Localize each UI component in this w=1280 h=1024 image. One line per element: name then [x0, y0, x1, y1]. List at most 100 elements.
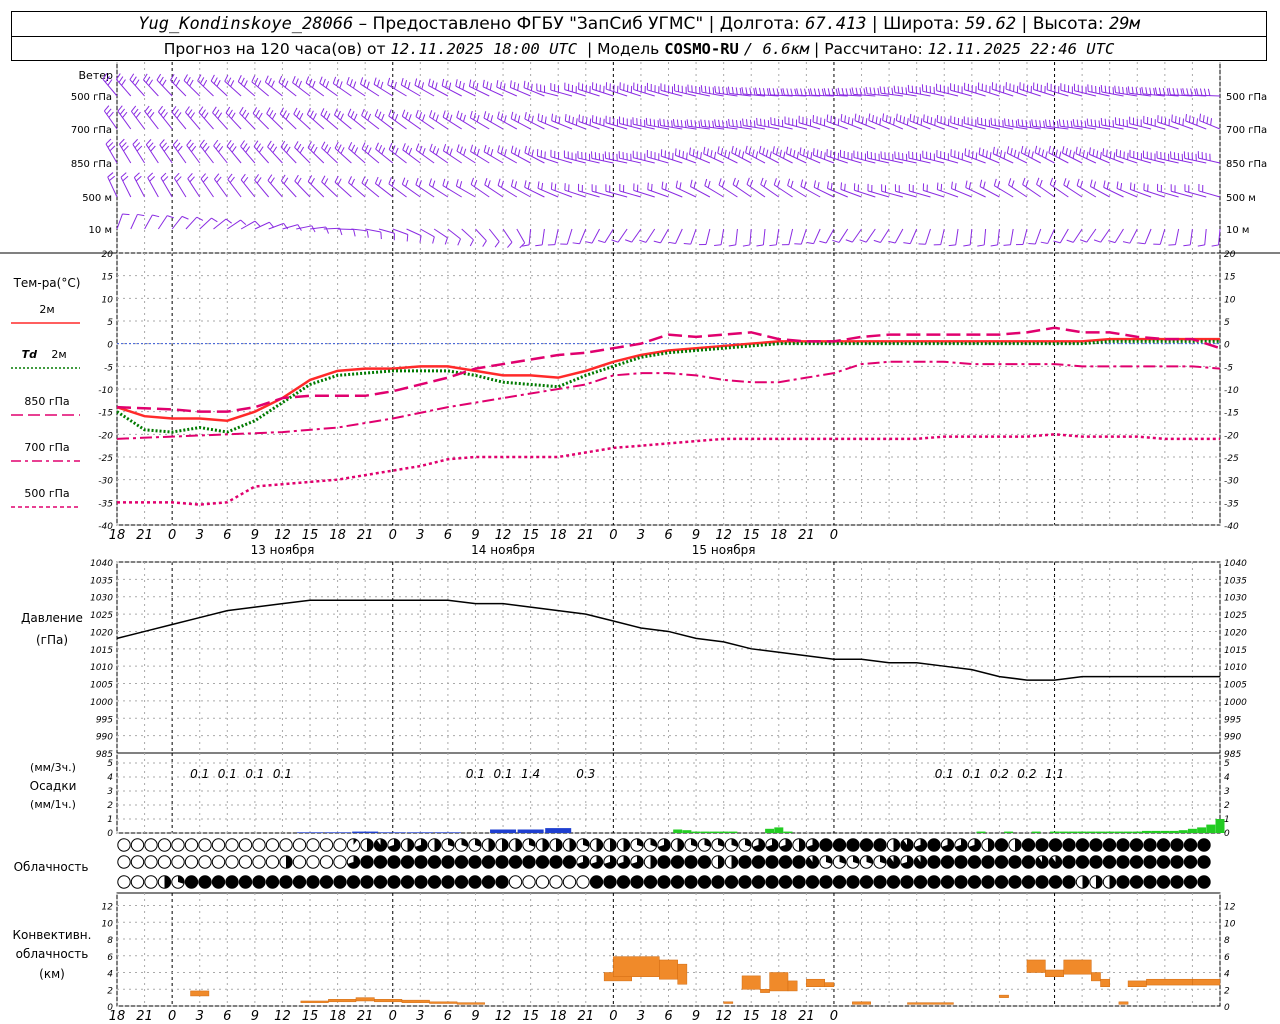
wind-barb: [447, 228, 461, 246]
wind-barb-feather: [834, 117, 836, 125]
wind-barb-staff: [925, 228, 931, 245]
wind-barb-feather: [1109, 151, 1112, 159]
wind-barb-feather: [1011, 119, 1014, 127]
wind-barb-feather: [442, 178, 446, 186]
wind-barb-staff: [323, 227, 340, 230]
wind-barb-feather: [665, 183, 667, 191]
legend-label-t700: 700 гПа: [24, 441, 69, 454]
wind-barb-staff: [374, 115, 394, 130]
cloud-symbol-fill: [833, 875, 846, 889]
cloud-symbol-fill: [414, 855, 428, 869]
wind-barb-feather: [776, 88, 780, 96]
wind-barb-staff: [1022, 184, 1042, 198]
cloud-symbol: [778, 855, 793, 869]
wind-barb: [598, 228, 614, 244]
wind-barb-feather: [1086, 151, 1089, 159]
precip-bar-1h: [691, 831, 701, 833]
wind-barb-feather: [1084, 120, 1087, 128]
wind-barb-feather: [1102, 148, 1105, 156]
cloud-symbol: [225, 838, 239, 852]
cloud-symbol: [886, 838, 901, 852]
wind-level-label: 10 м: [89, 225, 112, 236]
cloud-symbol: [886, 875, 901, 889]
wind-barb-feather: [1069, 149, 1072, 157]
pressure-tick-label-right: 1030: [1224, 594, 1247, 604]
cloud-symbol-fill: [347, 875, 360, 889]
wind-barb-feather: [1010, 147, 1013, 156]
cloud-symbol: [765, 838, 779, 852]
wind-barb-feather: [769, 151, 772, 159]
wind-barb-feather: [585, 117, 588, 125]
wind-barb-staff: [880, 228, 890, 243]
cloud-symbol: [616, 855, 631, 869]
wind-barb-feather: [200, 173, 206, 180]
wind-barb-feather: [903, 116, 906, 124]
wind-barb-feather: [531, 115, 534, 123]
wind-barb: [1040, 228, 1056, 244]
wind-barb-feather: [735, 87, 738, 95]
cloud-symbol: [589, 855, 604, 869]
wind-barb-staff: [294, 180, 311, 198]
wind-barb-feather: [326, 146, 332, 154]
wind-barb: [117, 105, 132, 130]
wind-barb-feather: [727, 86, 730, 94]
wind-barb-feather: [490, 148, 494, 156]
cloud-symbol-fill: [1103, 855, 1116, 869]
cloud-symbol-fill: [711, 875, 725, 889]
wind-barb: [373, 77, 394, 97]
wind-barb-feather: [765, 149, 769, 157]
cloud-symbol: [994, 855, 1009, 869]
cloud-symbol-fill: [556, 838, 563, 852]
cloud-symbol-fill: [502, 838, 509, 852]
pressure-tick-label: 1005: [90, 681, 113, 691]
wind-barb-staff: [541, 228, 545, 245]
cloud-symbol: [238, 875, 253, 889]
wind-barb-feather: [1065, 147, 1068, 155]
wind-barb: [475, 228, 487, 247]
cloud-symbol-outline: [171, 838, 185, 852]
wind-barb-feather: [551, 113, 554, 121]
wind-barb-feather: [212, 106, 217, 113]
hour-tick-label: 0: [830, 1009, 838, 1024]
wind-barb-staff: [130, 111, 145, 130]
wind-barb-feather: [1108, 86, 1111, 94]
pressure-tick-label-right: 1020: [1224, 628, 1247, 638]
wind-barb-feather: [486, 81, 489, 89]
wind-barb: [806, 228, 821, 245]
wind-barb-feather: [1162, 87, 1166, 96]
cloud-symbol-fill: [718, 855, 725, 869]
wind-barb-feather: [1086, 118, 1089, 126]
cloud-symbol: [832, 875, 847, 889]
cloud-symbol: [1116, 838, 1130, 852]
wind-barb-feather: [145, 76, 151, 84]
wind-barb-feather: [227, 77, 232, 85]
precip-bar-1h: [765, 828, 775, 833]
pressure-title: Давление: [21, 611, 83, 625]
convective-bar: [1091, 972, 1101, 982]
wind-barb-staff: [159, 144, 173, 164]
wind-barb-feather: [823, 152, 826, 160]
cloud-symbol: [738, 838, 752, 852]
hour-tick-label: 18: [771, 1009, 788, 1024]
convective-bar: [787, 980, 798, 992]
wind-barb-feather: [305, 76, 310, 84]
wind-barb-feather: [1006, 146, 1010, 154]
cloud-symbol: [630, 855, 644, 869]
wind-barb-feather: [994, 118, 996, 126]
cloud-symbol-fill: [1008, 855, 1022, 869]
wind-barb-feather: [708, 120, 711, 128]
wind-barb-feather: [537, 181, 540, 189]
wind-barb-feather: [1118, 86, 1120, 94]
cloud-symbol: [481, 838, 496, 852]
wind-barb-staff: [130, 214, 138, 230]
precip-bar-1h: [1114, 831, 1124, 833]
cloud-symbol: [346, 855, 361, 869]
wind-barb: [781, 228, 794, 246]
wind-barb-feather: [500, 180, 504, 188]
wind-barb-feather: [871, 114, 874, 123]
wind-barb-staff: [1034, 228, 1042, 245]
wind-barb: [145, 139, 159, 164]
hour-tick-label: 15: [302, 1009, 319, 1024]
wind-barb-feather: [804, 88, 807, 96]
wind-barb-feather: [487, 146, 490, 154]
